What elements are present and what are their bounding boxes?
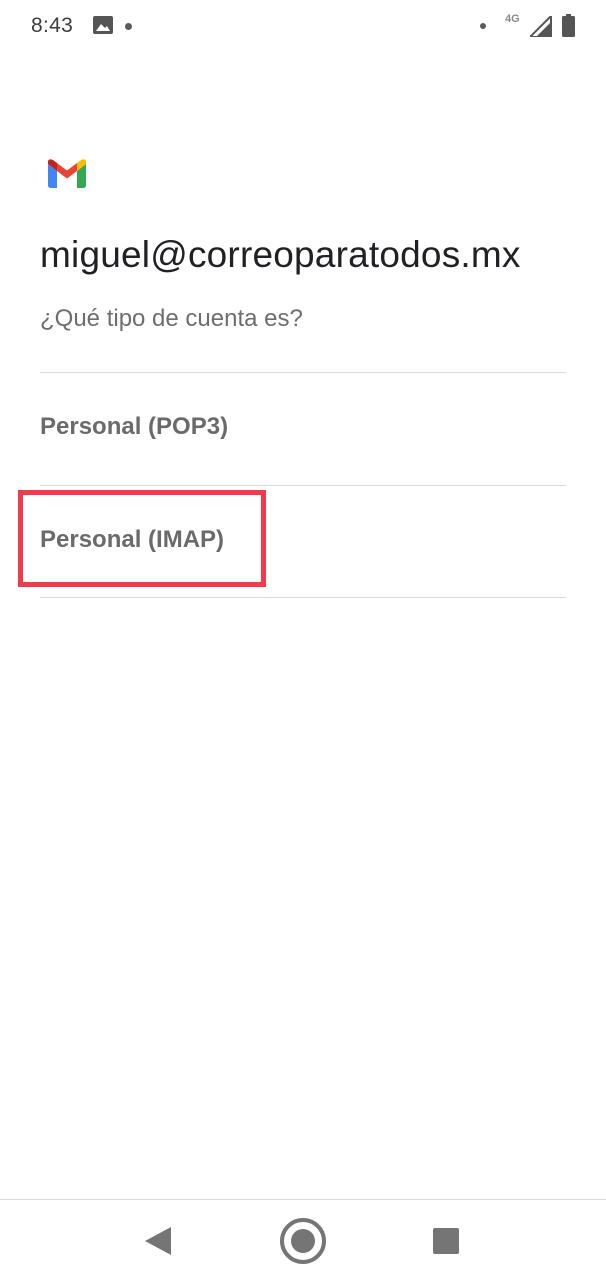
signal-icon (530, 16, 552, 37)
option-label: Personal (IMAP) (40, 526, 225, 553)
option-personal-pop3[interactable]: Personal (POP3) (40, 373, 566, 484)
status-time: 8:43 (31, 14, 74, 37)
account-type-question: ¿Qué tipo de cuenta es? (40, 305, 303, 332)
navigation-bar (0, 1199, 606, 1280)
network-type: 4G (505, 13, 520, 25)
recents-icon[interactable] (433, 1228, 459, 1254)
notification-dot-icon (125, 23, 132, 30)
notification-dot-icon (480, 23, 486, 29)
screen: 8:43 4G miguel@correoparatodos.mx ¿Qué t… (0, 0, 606, 1280)
option-label: Personal (POP3) (40, 413, 229, 440)
account-email: miguel@correoparatodos.mx (40, 234, 521, 275)
home-icon[interactable] (279, 1217, 327, 1265)
back-icon[interactable] (145, 1227, 171, 1255)
battery-icon (562, 14, 575, 37)
image-icon (93, 16, 113, 34)
status-bar: 8:43 4G (0, 0, 606, 52)
divider (40, 597, 566, 598)
option-personal-imap[interactable]: Personal (IMAP) (40, 486, 566, 597)
gmail-logo-icon (48, 159, 86, 188)
